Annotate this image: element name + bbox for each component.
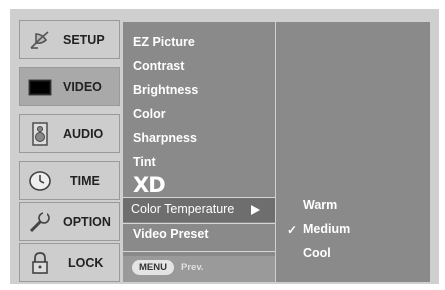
menu-item-label: Color Temperature: [131, 202, 235, 216]
tab-option[interactable]: OPTION: [19, 202, 120, 241]
padlock-icon: [32, 252, 48, 274]
menu-item-xd[interactable]: XD: [133, 173, 166, 197]
satellite-dish-icon: [30, 31, 49, 49]
menu-footer: MENU Prev.: [123, 256, 275, 282]
tab-time[interactable]: TIME: [19, 161, 120, 200]
prev-hint: Prev.: [181, 262, 204, 273]
menu-separator: [123, 251, 275, 252]
menu-item-brightness[interactable]: Brightness: [133, 83, 198, 97]
menu-item-tint[interactable]: Tint: [133, 155, 156, 169]
menu-item-ez-picture[interactable]: EZ Picture: [133, 35, 195, 49]
tab-lock[interactable]: LOCK: [19, 243, 120, 282]
submenu-arrow-icon: [251, 205, 260, 215]
tab-label: LOCK: [68, 256, 104, 270]
clock-icon: [29, 171, 51, 191]
tab-setup[interactable]: SETUP: [19, 20, 120, 59]
tab-label: SETUP: [63, 33, 105, 47]
tab-video[interactable]: VIDEO: [19, 67, 120, 106]
menu-item-color[interactable]: Color: [133, 107, 166, 121]
menu-item-color-temperature[interactable]: Color Temperature: [123, 198, 275, 222]
menu-separator: [123, 223, 275, 224]
option-warm[interactable]: Warm: [303, 198, 337, 212]
video-menu: EZ Picture Contrast Brightness Color Sha…: [123, 22, 275, 282]
tab-label: OPTION: [63, 215, 111, 229]
tab-label: TIME: [70, 174, 100, 188]
menu-button[interactable]: MENU: [132, 260, 174, 275]
category-tabs: SETUP VIDEO AUDIO TIME OPTION LOCK: [19, 20, 120, 282]
option-cool[interactable]: Cool: [303, 246, 331, 260]
wrench-icon: [29, 212, 50, 233]
menu-item-sharpness[interactable]: Sharpness: [133, 131, 197, 145]
tab-label: AUDIO: [63, 127, 104, 141]
speaker-icon: [32, 122, 48, 146]
tv-screen-icon: [28, 79, 52, 96]
menu-item-video-preset[interactable]: Video Preset: [133, 227, 209, 241]
tab-label: VIDEO: [63, 80, 102, 94]
color-temperature-submenu: Warm ✓ Medium Cool: [276, 22, 430, 282]
tab-audio[interactable]: AUDIO: [19, 114, 120, 153]
menu-item-contrast[interactable]: Contrast: [133, 59, 184, 73]
checkmark-icon: ✓: [287, 223, 298, 237]
option-medium[interactable]: Medium: [303, 222, 350, 236]
